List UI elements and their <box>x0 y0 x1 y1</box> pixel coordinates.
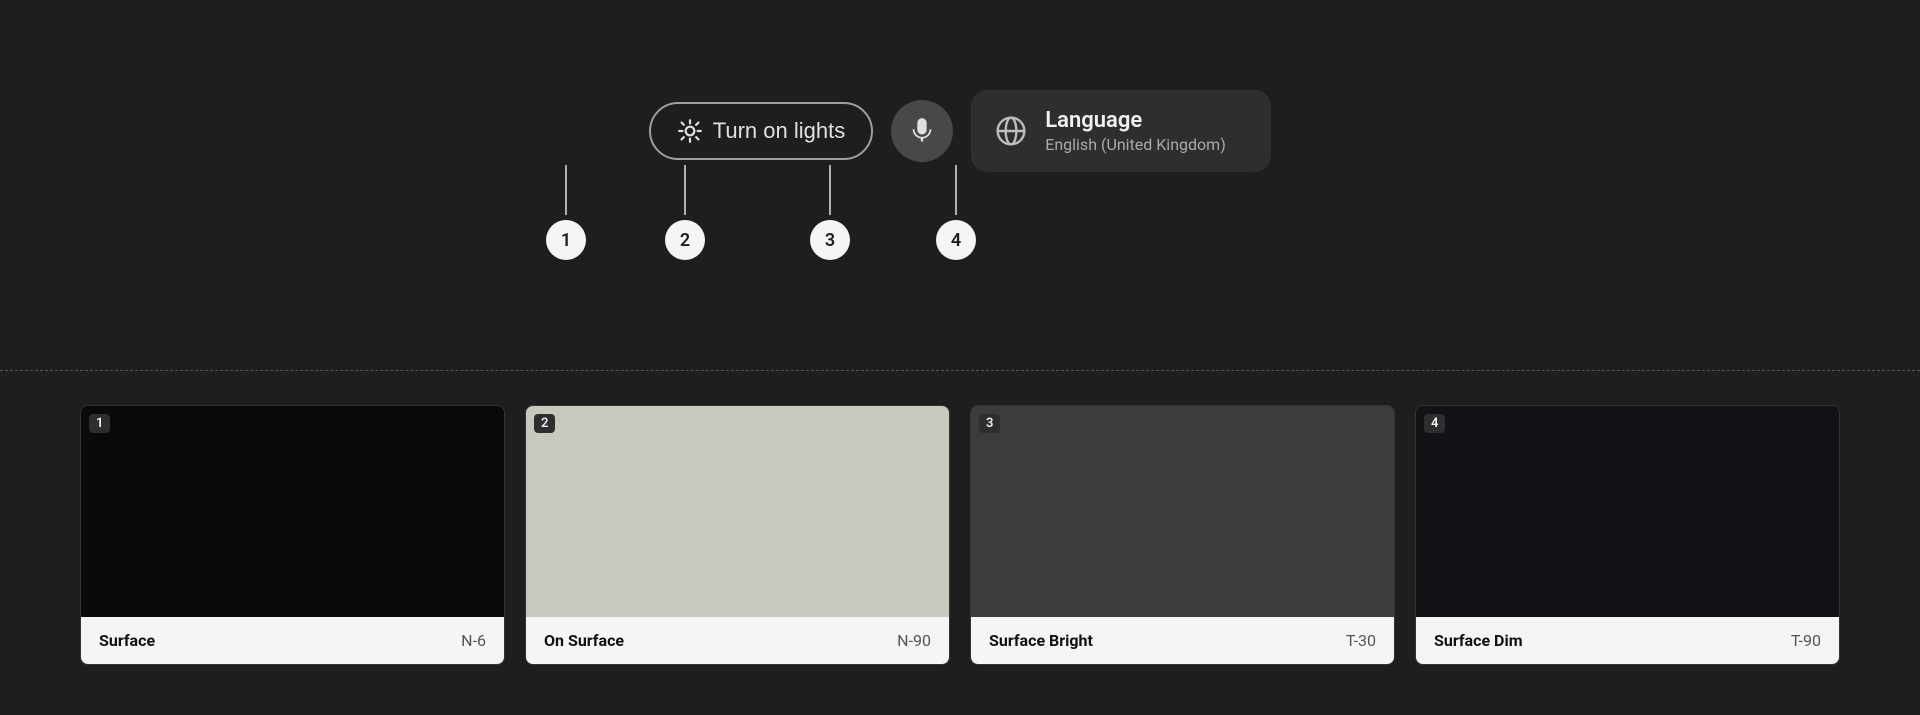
annotation-lines <box>0 0 1920 370</box>
color-label-surface-dim: Surface Dim T-90 <box>1416 617 1839 664</box>
language-title: Language <box>1045 108 1226 133</box>
card-number-1: 1 <box>89 414 110 433</box>
color-label-surface-bright: Surface Bright T-30 <box>971 617 1394 664</box>
card-number-4: 4 <box>1424 414 1445 433</box>
section-divider <box>0 370 1920 371</box>
language-card: Language English (United Kingdom) <box>971 90 1271 172</box>
language-subtitle: English (United Kingdom) <box>1045 135 1226 154</box>
swatch-surface-dim <box>1416 406 1839 617</box>
swatch-on-surface <box>526 406 949 617</box>
color-card-surface-dim: 4 Surface Dim T-90 <box>1415 405 1840 665</box>
mic-button[interactable] <box>891 100 953 162</box>
language-text-group: Language English (United Kingdom) <box>1045 108 1226 154</box>
color-label-surface: Surface N-6 <box>81 617 504 664</box>
turn-on-lights-button[interactable]: Turn on lights <box>649 102 873 160</box>
annotation-2: 2 <box>665 220 705 260</box>
microphone-icon <box>908 117 936 145</box>
turn-on-lights-label: Turn on lights <box>713 118 845 144</box>
color-name-on-surface: On Surface <box>544 631 624 650</box>
color-label-on-surface: On Surface N-90 <box>526 617 949 664</box>
color-name-surface: Surface <box>99 631 155 650</box>
top-section: Turn on lights Language English (United … <box>0 0 1920 370</box>
color-code-surface-dim: T-90 <box>1791 631 1821 650</box>
color-card-surface: 1 Surface N-6 <box>80 405 505 665</box>
color-code-on-surface: N-90 <box>897 631 931 650</box>
globe-icon <box>995 115 1027 147</box>
ui-group: Turn on lights Language English (United … <box>649 90 1271 172</box>
annotation-1: 1 <box>546 220 586 260</box>
bottom-section: 1 Surface N-6 2 On Surface N-90 3 Surfac… <box>0 375 1920 715</box>
annotation-4: 4 <box>936 220 976 260</box>
sun-icon <box>677 118 703 144</box>
card-number-3: 3 <box>979 414 1000 433</box>
color-code-surface-bright: T-30 <box>1346 631 1376 650</box>
swatch-surface <box>81 406 504 617</box>
color-card-surface-bright: 3 Surface Bright T-30 <box>970 405 1395 665</box>
color-name-surface-bright: Surface Bright <box>989 631 1093 650</box>
annotation-3: 3 <box>810 220 850 260</box>
card-number-2: 2 <box>534 414 555 433</box>
color-name-surface-dim: Surface Dim <box>1434 631 1523 650</box>
color-code-surface: N-6 <box>461 631 486 650</box>
swatch-surface-bright <box>971 406 1394 617</box>
color-card-on-surface: 2 On Surface N-90 <box>525 405 950 665</box>
